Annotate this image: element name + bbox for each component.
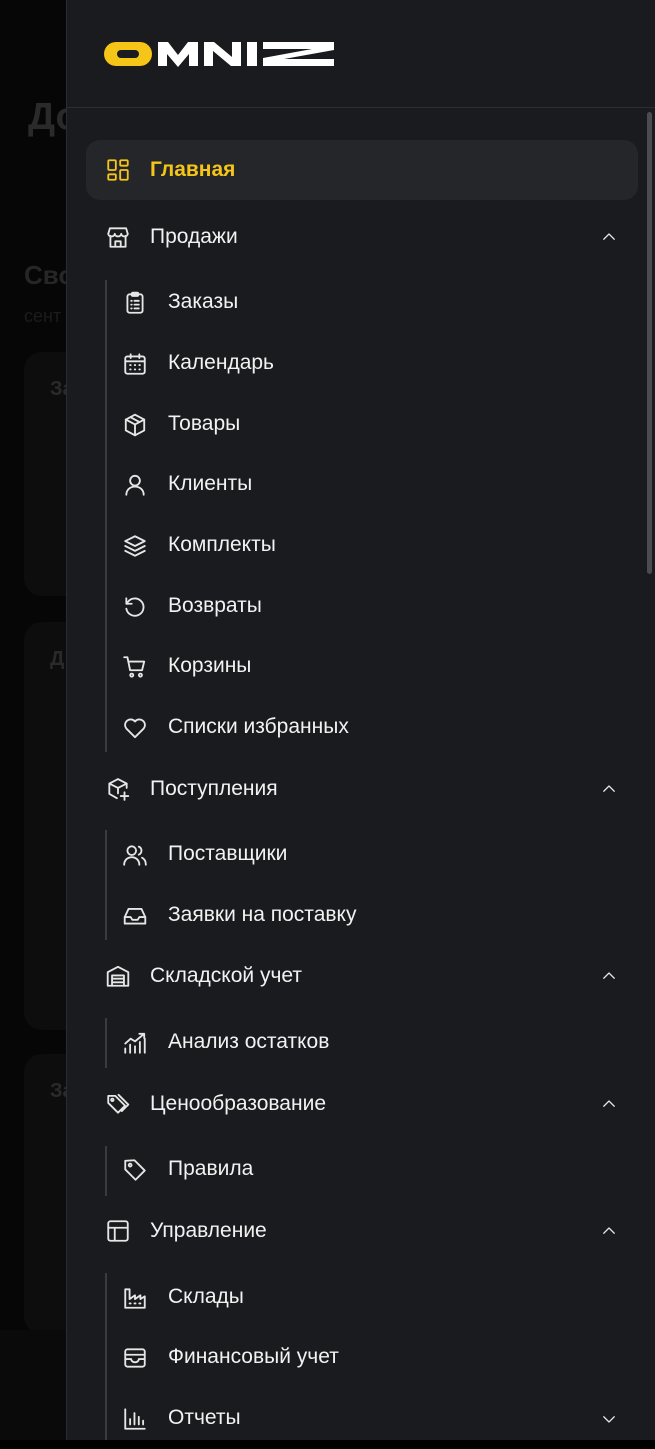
nav-item-financial-accounting[interactable]: Финансовый учет bbox=[104, 1328, 638, 1388]
nav-item-label: Списки избранных bbox=[168, 715, 349, 738]
nav-item-rules[interactable]: Правила bbox=[104, 1140, 638, 1200]
chevron-down-icon[interactable] bbox=[600, 1410, 618, 1428]
nav-item-label: Поставщики bbox=[168, 842, 288, 865]
chevron-up-icon[interactable] bbox=[600, 967, 618, 985]
users-icon bbox=[122, 842, 148, 868]
nav-group-warehouse[interactable]: Складской учет bbox=[86, 946, 638, 1006]
nav-item-suppliers[interactable]: Поставщики bbox=[104, 825, 638, 885]
warehouse-icon bbox=[105, 963, 131, 989]
grid-icon bbox=[105, 157, 131, 183]
nav-item-label: Календарь bbox=[168, 351, 274, 374]
omniz-logo[interactable] bbox=[104, 40, 336, 73]
nav-group-label: Управление bbox=[150, 1219, 267, 1242]
rotate-ccw-icon bbox=[122, 594, 148, 620]
drawer-header bbox=[67, 0, 655, 108]
nav-item-label: Товары bbox=[168, 412, 241, 435]
user-icon bbox=[122, 472, 148, 498]
background-section-subtitle: сент bbox=[24, 306, 62, 326]
nav-group-label: Ценообразование bbox=[150, 1092, 326, 1115]
nav-item-label: Анализ остатков bbox=[168, 1030, 330, 1053]
inbox-icon bbox=[122, 903, 148, 929]
nav-item-label: Финансовый учет bbox=[168, 1345, 339, 1368]
nav-item-calendar[interactable]: Календарь bbox=[104, 334, 638, 394]
box-icon bbox=[122, 412, 148, 438]
nav-item-clients[interactable]: Клиенты bbox=[104, 455, 638, 515]
layers-icon bbox=[122, 533, 148, 559]
nav-item-label: Главная bbox=[150, 158, 236, 181]
nav-item-orders[interactable]: Заказы bbox=[104, 273, 638, 333]
nav-group-label: Продажи bbox=[150, 225, 238, 248]
omniz-logo-mark bbox=[104, 42, 334, 67]
nav-item-carts[interactable]: Корзины bbox=[104, 637, 638, 697]
background-card-label: Д bbox=[50, 648, 65, 670]
nav-item-label: Заявки на поставку bbox=[168, 903, 357, 926]
nav-item-home[interactable]: Главная bbox=[86, 140, 638, 200]
nav-item-label: Правила bbox=[168, 1157, 254, 1180]
factory-icon bbox=[122, 1285, 148, 1311]
nav-group-pricing[interactable]: Ценообразование bbox=[86, 1074, 638, 1134]
nav-group-receipts[interactable]: Поступления bbox=[86, 759, 638, 819]
trend-chart-icon bbox=[122, 1030, 148, 1056]
calendar-icon bbox=[122, 351, 148, 377]
nav-item-label: Корзины bbox=[168, 654, 252, 677]
nav-item-label: Склады bbox=[168, 1285, 244, 1308]
nav-group-label: Складской учет bbox=[150, 964, 302, 987]
nav-group-label: Поступления bbox=[150, 777, 278, 800]
layout-icon bbox=[105, 1218, 131, 1244]
wallet-icon bbox=[122, 1345, 148, 1371]
nav-item-stock-analysis[interactable]: Анализ остатков bbox=[104, 1013, 638, 1073]
nav-item-returns[interactable]: Возвраты bbox=[104, 577, 638, 637]
package-plus-icon bbox=[105, 776, 131, 802]
nav-group-sales[interactable]: Продажи bbox=[86, 207, 638, 267]
clipboard-list-icon bbox=[122, 290, 148, 316]
nav-item-reports[interactable]: Отчеты bbox=[104, 1389, 638, 1449]
bar-chart-icon bbox=[122, 1406, 148, 1432]
nav-item-label: Заказы bbox=[168, 290, 239, 313]
chevron-up-icon[interactable] bbox=[600, 780, 618, 798]
chevron-up-icon[interactable] bbox=[600, 228, 618, 246]
tags-icon bbox=[105, 1091, 131, 1117]
chevron-up-icon[interactable] bbox=[600, 1095, 618, 1113]
store-icon bbox=[105, 224, 131, 250]
tag-icon bbox=[122, 1157, 148, 1183]
nav-item-warehouses[interactable]: Склады bbox=[104, 1268, 638, 1328]
nav-item-label: Клиенты bbox=[168, 472, 253, 495]
nav-item-bundles[interactable]: Комплекты bbox=[104, 516, 638, 576]
cart-icon bbox=[122, 654, 148, 680]
nav-item-supply-requests[interactable]: Заявки на поставку bbox=[104, 886, 638, 946]
chevron-up-icon[interactable] bbox=[600, 1222, 618, 1240]
navigation-drawer: Главная Продажи Заказы Календарь Товары bbox=[66, 0, 655, 1440]
nav-group-management[interactable]: Управление bbox=[86, 1201, 638, 1261]
heart-icon bbox=[122, 715, 148, 741]
drawer-scrollbar[interactable] bbox=[647, 112, 652, 574]
nav-item-label: Комплекты bbox=[168, 533, 276, 556]
nav-item-label: Возвраты bbox=[168, 594, 262, 617]
nav-item-products[interactable]: Товары bbox=[104, 395, 638, 455]
nav-item-label: Отчеты bbox=[168, 1406, 241, 1429]
nav-item-wishlists[interactable]: Списки избранных bbox=[104, 698, 638, 758]
